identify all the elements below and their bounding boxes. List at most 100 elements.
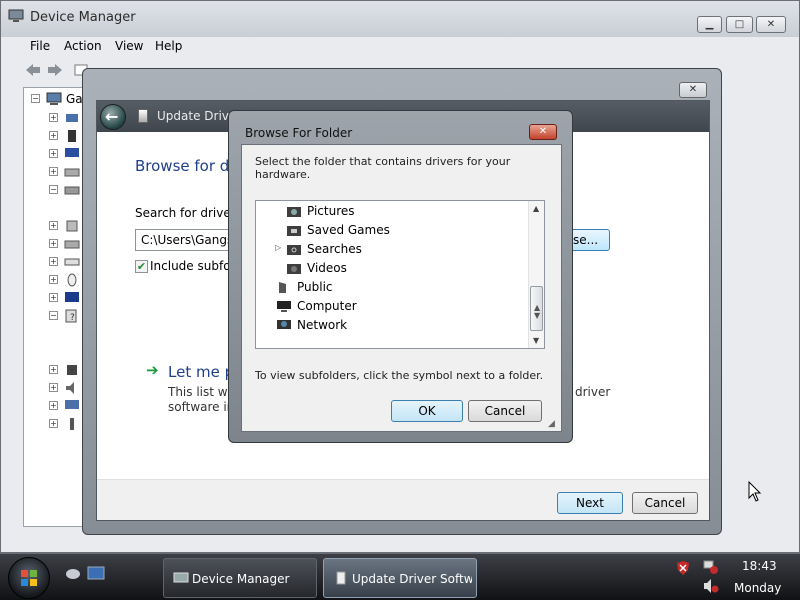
tree-item[interactable]: + xyxy=(46,381,86,395)
folder-label: Pictures xyxy=(307,204,355,218)
security-shield-icon[interactable] xyxy=(676,560,690,576)
next-button[interactable]: Next xyxy=(557,492,623,514)
expand-icon[interactable]: + xyxy=(49,221,58,230)
collapse-icon[interactable]: − xyxy=(49,311,58,320)
green-arrow-icon: ➔ xyxy=(146,361,159,379)
battery-icon xyxy=(68,130,76,142)
volume-muted-icon[interactable] xyxy=(703,578,719,594)
start-button[interactable] xyxy=(8,557,50,599)
expand-icon[interactable]: + xyxy=(49,239,58,248)
expand-icon[interactable]: + xyxy=(49,365,58,374)
tree-item[interactable]: −? xyxy=(46,309,86,323)
update-driver-close-button[interactable]: ✕ xyxy=(679,82,707,98)
expand-icon[interactable]: + xyxy=(49,131,58,140)
expand-triangle-icon[interactable]: ▷ xyxy=(275,243,281,252)
expand-icon[interactable]: + xyxy=(49,167,58,176)
device-manager-icon xyxy=(173,572,189,583)
clock-day[interactable]: Monday xyxy=(734,581,781,595)
include-subfolders-checkbox[interactable]: ✔ xyxy=(135,260,148,273)
scroll-down-icon[interactable]: ▼ xyxy=(533,336,539,345)
dialog-close-button[interactable]: ✕ xyxy=(529,124,557,140)
tree-item[interactable]: + xyxy=(46,255,86,269)
tree-item[interactable]: + xyxy=(46,165,86,179)
folder-label: Videos xyxy=(307,261,347,275)
tree-item[interactable]: + xyxy=(46,417,86,431)
other-devices-icon: ? xyxy=(65,309,77,323)
resize-grip-icon[interactable]: ◢ xyxy=(548,419,555,429)
cancel-button[interactable]: Cancel xyxy=(632,492,698,514)
svg-text:?: ? xyxy=(70,313,75,323)
sound-icon xyxy=(66,382,74,394)
forward-arrow-icon[interactable] xyxy=(46,62,64,78)
folder-tree[interactable]: Pictures Saved Games ▷ Searches Videos P… xyxy=(255,200,545,349)
menu-help[interactable]: Help xyxy=(155,39,182,53)
scrollbar-thumb[interactable]: ▲ ▼ xyxy=(530,286,543,331)
collapse-icon[interactable]: − xyxy=(49,185,58,194)
expand-icon[interactable]: + xyxy=(49,149,58,158)
tree-item[interactable]: + xyxy=(46,129,86,143)
system-devices-icon xyxy=(65,400,79,409)
tree-item[interactable]: + xyxy=(46,399,86,413)
scrollbar-grip-icon: ▲ ▼ xyxy=(534,303,541,320)
back-button[interactable]: ← xyxy=(100,104,126,130)
show-desktop-icon[interactable] xyxy=(64,566,82,582)
expand-icon[interactable]: + xyxy=(49,383,58,392)
folder-label: Public xyxy=(297,280,333,294)
taskbar-item-device-manager[interactable]: Device Manager xyxy=(163,558,317,598)
maximize-button[interactable]: □ xyxy=(726,16,753,33)
tree-item[interactable]: − xyxy=(46,183,86,197)
dialog-cancel-button[interactable]: Cancel xyxy=(468,400,542,422)
tree-item[interactable]: + xyxy=(46,111,86,125)
expand-icon[interactable]: + xyxy=(49,401,58,410)
expand-icon[interactable]: + xyxy=(49,257,58,266)
clock-time[interactable]: 18:43 xyxy=(742,559,777,573)
folder-label: Saved Games xyxy=(307,223,390,237)
back-arrow-icon: ← xyxy=(105,107,119,126)
expand-icon[interactable]: + xyxy=(49,419,58,428)
tree-item[interactable]: + xyxy=(46,219,86,233)
expand-icon[interactable]: + xyxy=(49,113,58,122)
expand-icon[interactable]: + xyxy=(49,293,58,302)
folder-item-network[interactable]: Network xyxy=(276,317,536,334)
tree-item[interactable]: + xyxy=(46,291,86,305)
device-manager-titlebar[interactable]: Device Manager ▁ □ ✕ xyxy=(1,1,799,37)
collapse-icon[interactable]: − xyxy=(31,94,40,103)
menu-view[interactable]: View xyxy=(115,39,143,53)
tree-item[interactable]: + xyxy=(46,147,86,161)
dialog-title: Browse For Folder xyxy=(245,126,353,140)
network-status-icon[interactable] xyxy=(703,559,719,575)
folder-item-videos[interactable]: Videos xyxy=(286,260,544,277)
pictures-folder-icon xyxy=(287,207,301,217)
back-arrow-icon[interactable] xyxy=(24,62,42,78)
taskbar-item-update-driver[interactable]: Update Driver Softw... xyxy=(323,558,477,598)
ok-button[interactable]: OK xyxy=(391,400,463,422)
include-subfolders-label: Include subfol xyxy=(150,259,234,273)
folder-item-public[interactable]: Public xyxy=(276,279,536,296)
hid-icon xyxy=(66,220,78,232)
dialog-content: Select the folder that contains drivers … xyxy=(241,144,562,432)
expand-icon[interactable]: + xyxy=(49,275,58,284)
menu-file[interactable]: File xyxy=(30,39,50,53)
folder-label: Searches xyxy=(307,242,362,256)
folder-tree-scrollbar[interactable]: ▲ ▲ ▼ ▼ xyxy=(528,201,544,348)
folder-item-searches[interactable]: ▷ Searches xyxy=(275,241,544,258)
videos-folder-icon xyxy=(287,264,301,274)
folder-item-pictures[interactable]: Pictures xyxy=(286,203,544,220)
close-button[interactable]: ✕ xyxy=(756,16,786,33)
saved-games-folder-icon xyxy=(287,226,301,236)
scroll-up-icon[interactable]: ▲ xyxy=(533,204,539,213)
switch-windows-icon[interactable] xyxy=(87,565,105,581)
let-me-pick-link[interactable]: Let me p xyxy=(168,363,234,381)
mouse-icon xyxy=(67,273,77,287)
menu-action[interactable]: Action xyxy=(64,39,102,53)
update-driver-footer: Next Cancel xyxy=(97,479,709,520)
dialog-hint: To view subfolders, click the symbol nex… xyxy=(255,369,544,382)
tree-item[interactable]: + xyxy=(46,237,86,251)
tree-item[interactable]: + xyxy=(46,273,86,287)
minimize-button[interactable]: ▁ xyxy=(697,16,722,33)
monitor-icon xyxy=(65,148,79,157)
folder-item-computer[interactable]: Computer xyxy=(276,298,536,315)
taskbar-item-label: Device Manager xyxy=(192,572,290,586)
tree-item[interactable]: + xyxy=(46,363,86,377)
folder-item-saved-games[interactable]: Saved Games xyxy=(286,222,544,239)
